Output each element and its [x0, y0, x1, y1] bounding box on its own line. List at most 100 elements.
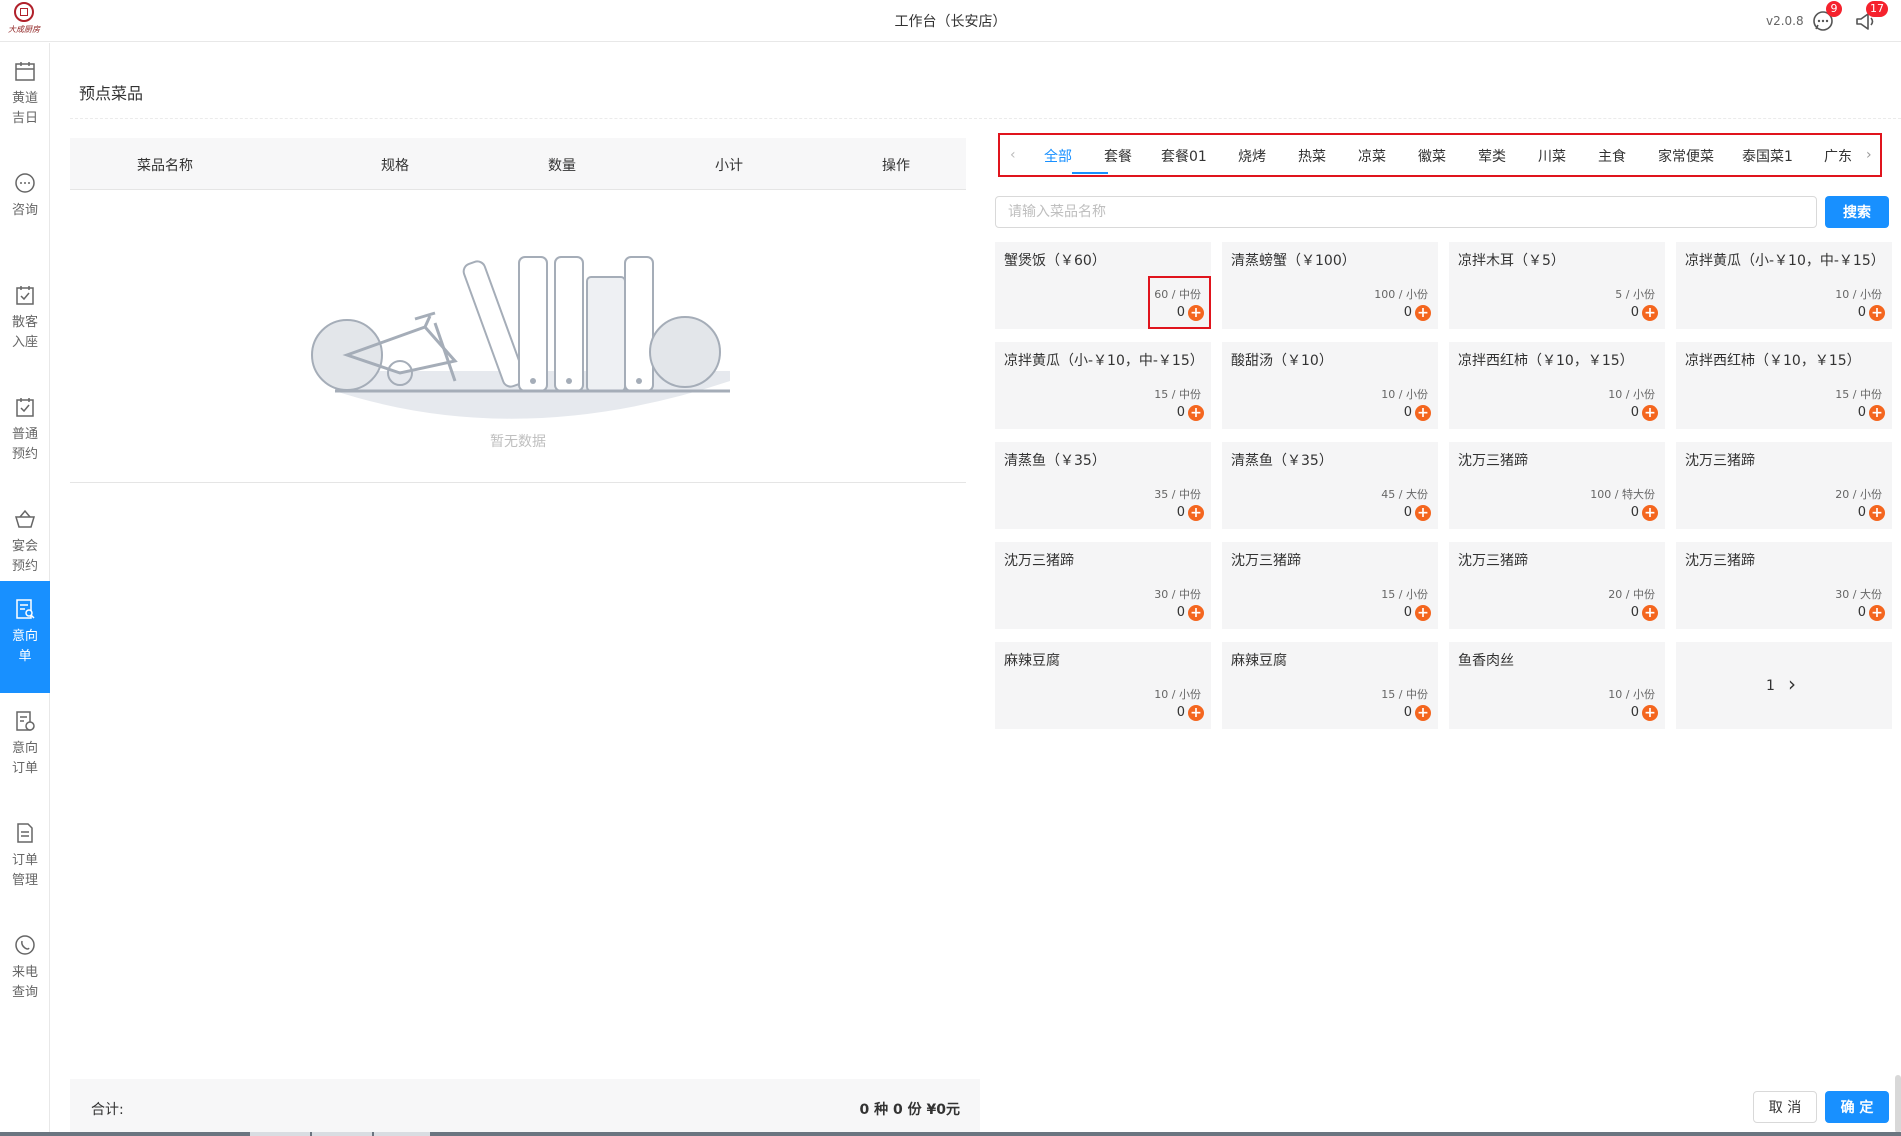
add-dish-icon[interactable]: + [1188, 605, 1204, 621]
table-empty-state: 暂无数据 [70, 191, 966, 483]
category-tabs: 全部 套餐 套餐01 烧烤 热菜 凉菜 徽菜 荤类 川菜 主食 家常便菜 泰国菜… [1034, 135, 1852, 175]
add-dish-icon[interactable]: + [1188, 405, 1204, 421]
top-bar: 大成厨房 工作台（长安店） v2.0.8 9 17 [0, 0, 1901, 42]
dish-quantity: 0 [1857, 305, 1866, 320]
add-dish-icon[interactable]: + [1869, 505, 1885, 521]
dish-card[interactable]: 麻辣豆腐 15 / 中份 0 + [1222, 642, 1438, 729]
category-tab-thai[interactable]: 泰国菜1 [1742, 146, 1793, 166]
search-button[interactable]: 搜索 [1825, 196, 1889, 228]
category-tab-cold-dishes[interactable]: 凉菜 [1358, 146, 1386, 166]
add-dish-icon[interactable]: + [1642, 705, 1658, 721]
dish-card[interactable]: 酸甜汤（￥10） 10 / 小份 0 + [1222, 342, 1438, 429]
cancel-button[interactable]: 取 消 [1753, 1091, 1817, 1123]
dish-card[interactable]: 麻辣豆腐 10 / 小份 0 + [995, 642, 1211, 729]
dish-quantity: 0 [1857, 605, 1866, 620]
dish-quantity: 0 [1857, 505, 1866, 520]
add-dish-icon[interactable]: + [1415, 405, 1431, 421]
sidebar-item-label: 意向单 [11, 629, 38, 664]
category-tab-hot-dishes[interactable]: 热菜 [1298, 146, 1326, 166]
dish-card[interactable]: 沈万三猪蹄 20 / 小份 0 + [1676, 442, 1892, 529]
dish-name: 清蒸鱼（￥35） [1004, 453, 1106, 469]
sidebar-item-intent-order[interactable]: 意向订单 [0, 693, 50, 805]
version-label: v2.0.8 [1766, 14, 1804, 28]
taskbar-tab[interactable] [312, 1132, 372, 1136]
dish-card[interactable]: 清蒸螃蟹（￥100） 100 / 小份 0 + [1222, 242, 1438, 329]
dish-quantity: 0 [1403, 305, 1412, 320]
add-dish-icon[interactable]: + [1642, 605, 1658, 621]
tabs-next-icon[interactable]: › [1866, 147, 1872, 163]
dish-price: 15 / 小份 [1381, 588, 1428, 601]
column-header-quantity: 数量 [548, 158, 576, 174]
sidebar-item-label: 宴会预约 [11, 539, 38, 574]
category-tab-set-meal[interactable]: 套餐 [1104, 146, 1132, 166]
dish-card[interactable]: 凉拌西红柿（￥10，￥15） 15 / 中份 0 + [1676, 342, 1892, 429]
dish-price: 100 / 特大份 [1590, 488, 1655, 501]
add-dish-icon[interactable]: + [1188, 505, 1204, 521]
dish-card[interactable]: 凉拌西红柿（￥10，￥15） 10 / 小份 0 + [1449, 342, 1665, 429]
sidebar-item-order-management[interactable]: 订单管理 [0, 805, 50, 917]
dish-card[interactable]: 清蒸鱼（￥35） 35 / 中份 0 + [995, 442, 1211, 529]
category-tab-meat[interactable]: 荤类 [1478, 146, 1506, 166]
add-dish-icon[interactable]: + [1869, 605, 1885, 621]
add-dish-icon[interactable]: + [1642, 305, 1658, 321]
dish-quantity: 0 [1403, 505, 1412, 520]
category-tab-sichuan[interactable]: 川菜 [1538, 146, 1566, 166]
add-dish-icon[interactable]: + [1642, 405, 1658, 421]
dish-card[interactable]: 沈万三猪蹄 100 / 特大份 0 + [1449, 442, 1665, 529]
add-dish-icon[interactable]: + [1869, 305, 1885, 321]
sidebar-item-reservation[interactable]: 普通预约 [0, 379, 50, 491]
sidebar-item-call-lookup[interactable]: 来电查询 [0, 917, 50, 1029]
basket-icon [14, 509, 36, 528]
add-dish-icon[interactable]: + [1188, 705, 1204, 721]
category-tab-anhui[interactable]: 徽菜 [1418, 146, 1446, 166]
dish-quantity: 0 [1403, 605, 1412, 620]
scrollbar[interactable] [1895, 1075, 1901, 1133]
dish-card[interactable]: 凉拌木耳（￥5） 5 / 小份 0 + [1449, 242, 1665, 329]
category-tab-bbq[interactable]: 烧烤 [1238, 146, 1266, 166]
add-dish-icon[interactable]: + [1415, 605, 1431, 621]
dish-card[interactable]: 沈万三猪蹄 15 / 小份 0 + [1222, 542, 1438, 629]
dish-card[interactable]: 沈万三猪蹄 30 / 中份 0 + [995, 542, 1211, 629]
page-title: 工作台（长安店） [894, 14, 1007, 30]
dish-name: 沈万三猪蹄 [1458, 553, 1528, 569]
highlight-box [1148, 276, 1211, 329]
chevron-right-icon[interactable]: › [1788, 672, 1796, 696]
category-tab-staple[interactable]: 主食 [1598, 146, 1626, 166]
dish-search-input[interactable] [995, 196, 1817, 228]
category-tab-cantonese[interactable]: 广东菜 [1824, 146, 1852, 166]
category-tab-all[interactable]: 全部 [1044, 146, 1072, 166]
column-header-actions: 操作 [882, 158, 910, 174]
tabs-prev-icon[interactable]: ‹ [1010, 147, 1016, 163]
dish-name: 清蒸鱼（￥35） [1231, 453, 1333, 469]
category-tab-set-meal-01[interactable]: 套餐01 [1161, 146, 1207, 166]
taskbar-tab[interactable] [374, 1132, 430, 1136]
dish-card[interactable]: 凉拌黄瓜（小-￥10，中-￥15） 15 / 中份 0 + [995, 342, 1211, 429]
category-tab-home-style[interactable]: 家常便菜 [1658, 146, 1714, 166]
add-dish-icon[interactable]: + [1869, 405, 1885, 421]
sidebar-item-label: 订单管理 [11, 853, 38, 888]
add-dish-icon[interactable]: + [1642, 505, 1658, 521]
dish-price: 20 / 中份 [1608, 588, 1655, 601]
sidebar-item-label: 来电查询 [11, 965, 38, 1000]
sidebar-item-label: 意向订单 [11, 741, 38, 776]
column-header-dish-name: 菜品名称 [137, 158, 193, 174]
taskbar-tab[interactable] [250, 1132, 310, 1136]
sidebar-item-intent-list[interactable]: 意向单 [0, 581, 50, 693]
sidebar-item-walk-in[interactable]: 散客入座 [0, 267, 50, 379]
add-dish-icon[interactable]: + [1415, 705, 1431, 721]
current-page-number[interactable]: 1 [1766, 678, 1775, 694]
dish-name: 沈万三猪蹄 [1458, 453, 1528, 469]
active-tab-indicator [1072, 172, 1108, 174]
document-icon [17, 823, 33, 843]
add-dish-icon[interactable]: + [1415, 305, 1431, 321]
confirm-button[interactable]: 确 定 [1825, 1091, 1889, 1123]
dish-card[interactable]: 清蒸鱼（￥35） 45 / 大份 0 + [1222, 442, 1438, 529]
dish-card[interactable]: 沈万三猪蹄 30 / 大份 0 + [1676, 542, 1892, 629]
sidebar-item-consult[interactable]: 咨询 [0, 155, 50, 267]
dish-card[interactable]: 沈万三猪蹄 20 / 中份 0 + [1449, 542, 1665, 629]
dish-card[interactable]: 鱼香肉丝 10 / 小份 0 + [1449, 642, 1665, 729]
add-dish-icon[interactable]: + [1415, 505, 1431, 521]
dish-card[interactable]: 凉拌黄瓜（小-￥10，中-￥15） 10 / 小份 0 + [1676, 242, 1892, 329]
sidebar-item-auspicious-day[interactable]: 黄道吉日 [0, 43, 50, 155]
dish-quantity: 0 [1403, 405, 1412, 420]
